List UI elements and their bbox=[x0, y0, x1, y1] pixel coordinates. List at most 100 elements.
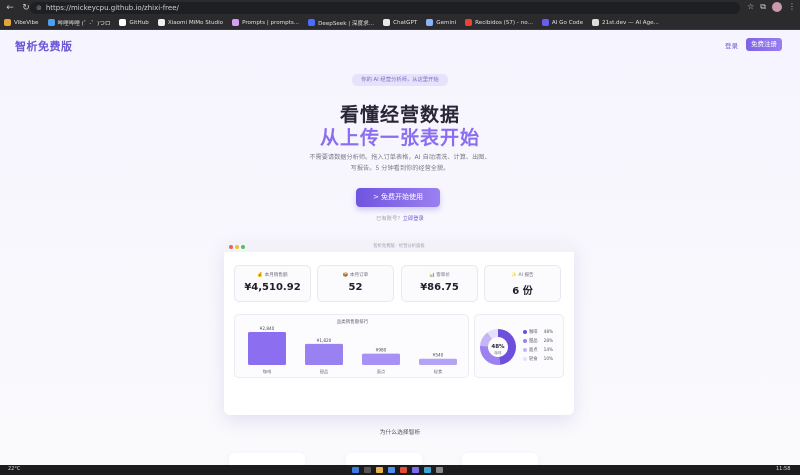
bookmark-item[interactable]: 21st.dev — AI Age... bbox=[592, 19, 659, 26]
extensions-icon[interactable]: ⧉ bbox=[760, 2, 766, 12]
legend-value: 28% bbox=[543, 338, 554, 344]
stat-value: 6 份 bbox=[512, 286, 533, 297]
bookmark-item[interactable]: ChatGPT bbox=[383, 19, 417, 26]
vscode-icon[interactable] bbox=[424, 467, 431, 473]
hero-badge: 你的 AI 经营分析师，从这里开始 bbox=[352, 74, 448, 86]
stat-value: ¥86.75 bbox=[420, 282, 459, 293]
stat-label: 📊 客单价 bbox=[429, 273, 450, 278]
bookmark-favicon-icon bbox=[308, 19, 316, 26]
hero-subtitle-line1: 不需要请数据分析师。拖入订单表格，AI 自动清洗、计算、出图、 bbox=[309, 154, 491, 161]
bookmark-favicon-icon bbox=[541, 19, 549, 26]
bookmark-item[interactable]: Prompts | prompts... bbox=[232, 19, 299, 26]
legend-label: 咖啡 bbox=[529, 330, 538, 335]
feature-card bbox=[229, 453, 305, 465]
start-icon[interactable] bbox=[352, 467, 359, 473]
bookmark-item[interactable]: VibeVibe bbox=[4, 19, 39, 26]
bookmark-favicon-icon bbox=[383, 19, 391, 26]
stat-value: 52 bbox=[348, 282, 363, 293]
login-now-link[interactable]: 立即登录 bbox=[403, 216, 424, 222]
bookmark-favicon-icon bbox=[4, 19, 11, 26]
legend-label: 甜品 bbox=[529, 339, 538, 344]
bookmark-star-icon[interactable]: ☆ bbox=[747, 2, 754, 12]
address-bar[interactable]: ⊚ https://mickeycpu.github.io/zhixi-free… bbox=[30, 2, 740, 14]
legend-value: 14% bbox=[543, 347, 554, 353]
site-logo[interactable]: 智析免费版 bbox=[15, 38, 73, 54]
stat-label: 📦 本月订单 bbox=[342, 273, 369, 278]
bar-甜品 bbox=[305, 343, 343, 365]
bookmarks-bar: VibeVibe 哔哩哔哩 (゜-゜)つロ GitHub Xiaomi MiMo St… bbox=[0, 16, 800, 30]
bar-chart: ¥2,840 咖啡 ¥1,820 甜品 ¥980 面点 ¥540 轻食 bbox=[248, 326, 457, 375]
hero-subtitle: 不需要请数据分析师。拖入订单表格，AI 自动清洗、计算、出图、 写报告。5 分钟… bbox=[290, 152, 510, 174]
bar-value-label: ¥2,840 bbox=[260, 326, 275, 331]
bookmark-label: Recibidos (57) - no... bbox=[475, 19, 533, 26]
legend-value: 10% bbox=[543, 356, 554, 362]
bookmark-item[interactable]: Xiaomi MiMo Studio bbox=[157, 19, 224, 26]
site-info-icon[interactable]: ⊚ bbox=[36, 4, 42, 12]
login-prompt-text: 已有账号？ bbox=[376, 216, 403, 222]
terminal-icon[interactable] bbox=[436, 467, 443, 473]
menu-icon[interactable]: ⋮ bbox=[788, 2, 796, 12]
bookmark-label: Xiaomi MiMo Studio bbox=[167, 19, 224, 26]
bar-category-label: 面点 bbox=[377, 369, 385, 375]
bookmark-favicon-icon bbox=[232, 19, 240, 26]
hero-title-accent: 从上传一张表开始 bbox=[319, 127, 480, 149]
stat-label: ✨ AI 报告 bbox=[511, 273, 534, 278]
login-link[interactable]: 登录 bbox=[725, 40, 738, 50]
bar-轻食 bbox=[419, 358, 457, 365]
start-free-button[interactable]: > 免费开始使用 bbox=[356, 188, 440, 207]
bookmark-item[interactable]: DeepSeek | 深度求... bbox=[308, 19, 374, 27]
explorer-icon[interactable] bbox=[376, 467, 383, 473]
search-icon[interactable] bbox=[364, 467, 371, 473]
dashboard-titlebar: 智析免费版 · 经营分析面板 bbox=[224, 242, 574, 252]
legend-item: 轻食 10% bbox=[523, 356, 553, 362]
bookmark-favicon-icon bbox=[119, 19, 127, 26]
chrome-icon[interactable] bbox=[400, 467, 407, 473]
legend-label: 轻食 bbox=[529, 357, 538, 362]
bookmark-item[interactable]: GitHub bbox=[119, 19, 149, 26]
signup-button[interactable]: 免费注册 bbox=[746, 38, 782, 51]
stat-value: ¥4,510.92 bbox=[244, 282, 301, 293]
stat-card-orders: 📦 本月订单 52 bbox=[317, 265, 394, 302]
profile-avatar[interactable] bbox=[772, 2, 782, 12]
bookmark-favicon-icon bbox=[157, 19, 165, 26]
bar-category-label: 甜品 bbox=[320, 368, 328, 375]
site-header: 智析免费版 登录 免费注册 bbox=[0, 30, 800, 60]
bar-value-label: ¥1,820 bbox=[317, 338, 332, 343]
bookmark-label: 哔哩哔哩 (゜-゜)つロ bbox=[57, 20, 111, 27]
bookmark-label: 21st.dev — AI Age... bbox=[602, 19, 659, 26]
weather-text[interactable]: 22°C bbox=[8, 466, 20, 472]
bookmark-favicon-icon bbox=[592, 19, 600, 26]
stat-card-sales: 💰 本月销售额 ¥4,510.92 bbox=[234, 265, 311, 302]
donut-center-value: 48% bbox=[491, 344, 505, 350]
os-taskbar: 22°C 11:58 bbox=[0, 465, 800, 475]
bar-chart-card: 品类销售额排行 ¥2,840 咖啡 ¥1,820 甜品 ¥980 面点 ¥540 轻食 bbox=[234, 314, 469, 378]
bookmark-label: GitHub bbox=[129, 19, 149, 26]
bookmark-favicon-icon bbox=[47, 19, 55, 26]
bookmark-item[interactable]: Recibidos (57) - no... bbox=[465, 19, 533, 26]
stat-label: 💰 本月销售额 bbox=[257, 273, 288, 278]
page-viewport: 智析免费版 登录 免费注册 你的 AI 经营分析师，从这里开始 看懂经营数据 从… bbox=[0, 30, 800, 465]
bookmark-label: Prompts | prompts... bbox=[242, 19, 300, 26]
login-prompt: 已有账号？立即登录 bbox=[0, 214, 800, 222]
bookmark-label: AI Go Code bbox=[551, 19, 584, 26]
bar-value-label: ¥540 bbox=[433, 353, 444, 358]
bookmark-item[interactable]: AI Go Code bbox=[541, 19, 584, 26]
back-icon[interactable]: ← bbox=[4, 2, 16, 14]
bookmark-item[interactable]: 哔哩哔哩 (゜-゜)つロ bbox=[47, 19, 111, 27]
bar-category-label: 咖啡 bbox=[263, 368, 272, 375]
bar-面点 bbox=[362, 353, 400, 365]
bookmark-item[interactable]: Gemini bbox=[426, 19, 456, 26]
clock-text[interactable]: 11:58 bbox=[776, 466, 790, 472]
legend-swatch bbox=[523, 339, 527, 343]
browser-actions: ☆ ⧉ ⋮ bbox=[747, 2, 796, 12]
app-icon[interactable] bbox=[412, 467, 419, 473]
dashboard-window-title: 智析免费版 · 经营分析面板 bbox=[373, 244, 425, 249]
legend-item: 咖啡 48% bbox=[523, 329, 553, 335]
url-text: https://mickeycpu.github.io/zhixi-free/ bbox=[45, 4, 179, 12]
legend-value: 48% bbox=[543, 329, 554, 335]
bookmark-favicon-icon bbox=[426, 19, 434, 26]
edge-icon[interactable] bbox=[388, 467, 395, 473]
bookmark-label: VibeVibe bbox=[14, 19, 39, 26]
donut-center-label: 咖啡 bbox=[494, 350, 502, 355]
bookmark-label: Gemini bbox=[436, 19, 457, 26]
